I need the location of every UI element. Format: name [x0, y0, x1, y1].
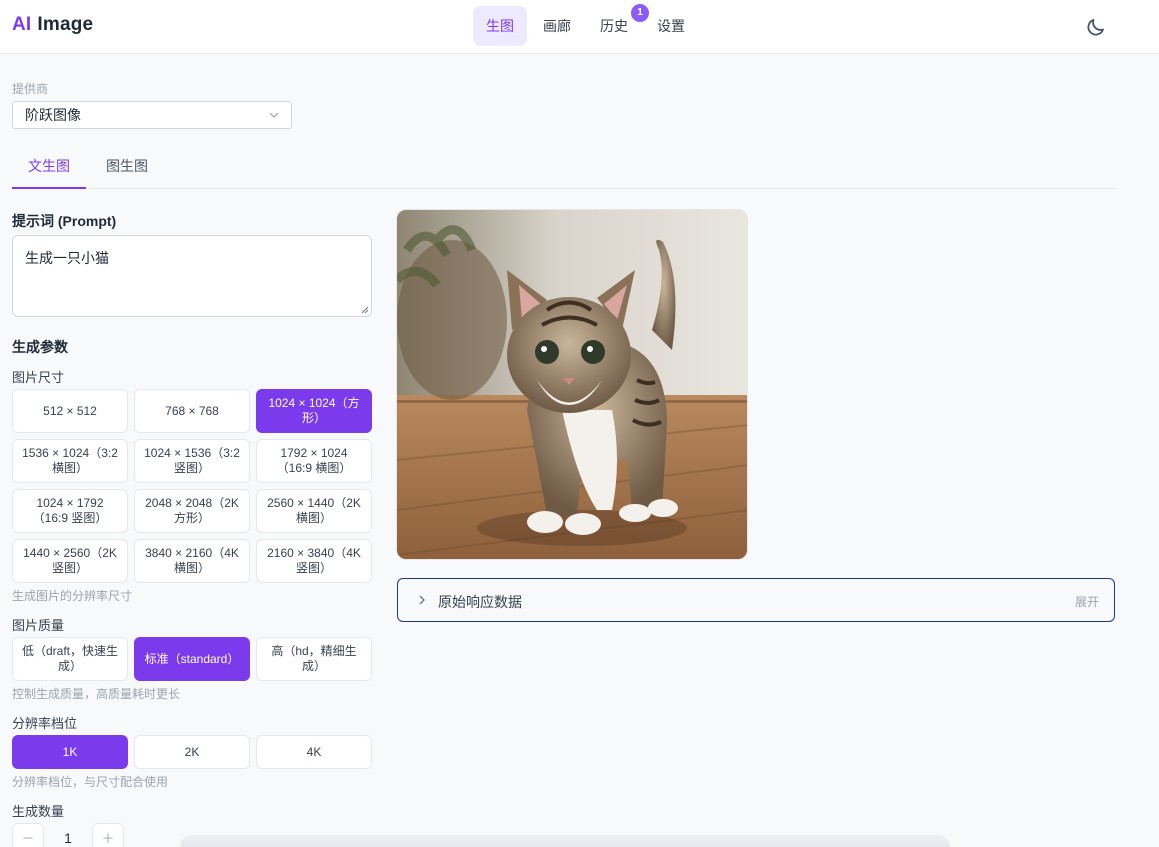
- decrement-button[interactable]: －: [12, 823, 44, 847]
- size-option[interactable]: 1024 × 1536（3:2 竖图）: [134, 439, 250, 483]
- logo-ai: AI: [12, 14, 32, 35]
- tier-option[interactable]: 4K: [256, 735, 372, 769]
- main-nav: 生图 画廊 历史 1 设置: [473, 4, 701, 46]
- chevron-right-icon: [419, 595, 425, 605]
- tier-hint: 分辨率档位，与尺寸配合使用: [12, 775, 169, 789]
- logo-name: Image: [37, 14, 94, 35]
- nav-tab-generate[interactable]: 生图: [473, 6, 527, 46]
- params-title: 生成参数: [12, 339, 68, 355]
- mode-tabs: 文生图 图生图: [12, 148, 1116, 189]
- provider-value: 阶跃图像: [25, 107, 81, 123]
- nav-tab-settings[interactable]: 设置: [644, 6, 698, 46]
- app-logo[interactable]: AI Image: [12, 14, 93, 36]
- size-option[interactable]: 2160 × 3840（4K 竖图）: [256, 539, 372, 583]
- nav-tab-gallery[interactable]: 画廊: [530, 6, 584, 46]
- resize-grip-icon[interactable]: [361, 306, 369, 314]
- increment-button[interactable]: ＋: [92, 823, 124, 847]
- quality-option[interactable]: 高（hd，精细生成）: [256, 637, 372, 681]
- chevron-down-icon: [269, 112, 279, 118]
- theme-toggle-button[interactable]: [1084, 15, 1108, 39]
- size-label: 图片尺寸: [12, 370, 65, 385]
- size-option[interactable]: 1024 × 1792（16:9 竖图）: [12, 489, 128, 533]
- top-bar: AI Image 生图 画廊 历史 1 设置: [0, 0, 1159, 54]
- expand-link[interactable]: 展开: [1075, 593, 1099, 610]
- size-option[interactable]: 1440 × 2560（2K 竖图）: [12, 539, 128, 583]
- count-value[interactable]: 1: [44, 830, 92, 846]
- size-option[interactable]: 1792 × 1024（16:9 横图）: [256, 439, 372, 483]
- generated-image[interactable]: [396, 209, 748, 560]
- moon-icon: [1087, 19, 1104, 36]
- tab-text-to-image[interactable]: 文生图: [12, 148, 86, 189]
- quality-options: 低（draft，快速生成） 标准（standard） 高（hd，精细生成）: [12, 637, 372, 681]
- size-option[interactable]: 1536 × 1024（3:2 横图）: [12, 439, 128, 483]
- quality-option-selected[interactable]: 标准（standard）: [134, 637, 250, 681]
- prompt-value: 生成一只小猫: [25, 250, 109, 266]
- raw-response-panel[interactable]: 原始响应数据 展开: [397, 578, 1115, 622]
- prompt-label: 提示词 (Prompt): [12, 213, 117, 229]
- prompt-input[interactable]: 生成一只小猫: [12, 235, 372, 317]
- size-option[interactable]: 2048 × 2048（2K 方形）: [134, 489, 250, 533]
- nav-tab-history[interactable]: 历史 1: [587, 4, 649, 46]
- provider-select[interactable]: 阶跃图像: [12, 101, 292, 129]
- quality-hint: 控制生成质量，高质量耗时更长: [12, 687, 181, 701]
- size-option[interactable]: 512 × 512: [12, 389, 128, 433]
- tier-label: 分辨率档位: [12, 716, 78, 731]
- bottom-overlay: [180, 835, 950, 847]
- tier-option-selected[interactable]: 1K: [12, 735, 128, 769]
- size-option[interactable]: 2560 × 1440（2K 横图）: [256, 489, 372, 533]
- size-options: 512 × 512 768 × 768 1024 × 1024（方形） 1536…: [12, 389, 372, 583]
- tier-option[interactable]: 2K: [134, 735, 250, 769]
- size-hint: 生成图片的分辨率尺寸: [12, 589, 133, 603]
- kitten-image: [397, 210, 747, 559]
- tier-options: 1K 2K 4K: [12, 735, 372, 769]
- provider-label: 提供商: [12, 82, 49, 96]
- count-label: 生成数量: [12, 804, 65, 819]
- quality-option[interactable]: 低（draft，快速生成）: [12, 637, 128, 681]
- size-option-selected[interactable]: 1024 × 1024（方形）: [256, 389, 372, 433]
- raw-response-title: 原始响应数据: [438, 594, 522, 610]
- size-option[interactable]: 3840 × 2160（4K 横图）: [134, 539, 250, 583]
- size-option[interactable]: 768 × 768: [134, 389, 250, 433]
- tab-image-to-image[interactable]: 图生图: [106, 148, 148, 189]
- quality-label: 图片质量: [12, 618, 65, 633]
